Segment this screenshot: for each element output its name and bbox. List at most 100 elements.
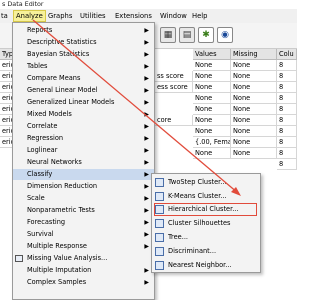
- values-cell[interactable]: None: [193, 104, 231, 115]
- menu-item-descriptive-statistics[interactable]: Descriptive Statistics ▶: [13, 37, 154, 48]
- menu-graphs[interactable]: Graphs: [48, 12, 72, 20]
- columns-cell[interactable]: 8: [277, 104, 297, 115]
- submenu-item-nearest-neighbor[interactable]: Nearest Neighbor...: [152, 260, 260, 271]
- twostep-cluster-icon: [155, 178, 164, 187]
- submenu-arrow-icon: ▶: [144, 207, 149, 214]
- menu-analyze[interactable]: Analyze: [13, 10, 46, 22]
- window-titlebar: s Data Editor: [0, 0, 297, 9]
- menu-help[interactable]: Help: [192, 12, 208, 20]
- menu-item-classify[interactable]: Classify ▶: [13, 169, 154, 180]
- menu-item-multiple-response[interactable]: Multiple Response ▶: [13, 241, 154, 252]
- submenu-arrow-icon: ▶: [144, 27, 149, 34]
- submenu-arrow-icon: ▶: [144, 219, 149, 226]
- columns-cell[interactable]: 8: [277, 137, 297, 148]
- kmeans-cluster-icon: [155, 192, 164, 201]
- missing-cell[interactable]: None: [231, 148, 277, 159]
- menu-item-loglinear[interactable]: Loglinear ▶: [13, 145, 154, 156]
- submenu-arrow-icon: ▶: [144, 183, 149, 190]
- menu-utilities[interactable]: Utilities: [80, 12, 106, 20]
- menu-item-mixed-models[interactable]: Mixed Models ▶: [13, 109, 154, 120]
- menu-item-survival[interactable]: Survival ▶: [13, 229, 154, 240]
- menu-item-complex-samples[interactable]: Complex Samples ▶: [13, 277, 154, 288]
- submenu-arrow-icon: ▶: [144, 195, 149, 202]
- submenu-arrow-icon: ▶: [144, 75, 149, 82]
- menu-window[interactable]: Window: [160, 12, 187, 20]
- missing-cell[interactable]: None: [231, 82, 277, 93]
- submenu-arrow-icon: ▶: [144, 231, 149, 238]
- submenu-arrow-icon: ▶: [144, 279, 149, 286]
- toolbar-grid-icon[interactable]: ▦: [160, 27, 176, 43]
- submenu-arrow-icon: ▶: [144, 51, 149, 58]
- column-header-columns[interactable]: Colu: [277, 49, 297, 60]
- values-cell[interactable]: None: [193, 93, 231, 104]
- missing-cell[interactable]: None: [231, 115, 277, 126]
- submenu-arrow-icon: ▶: [144, 243, 149, 250]
- submenu-arrow-icon: ▶: [144, 87, 149, 94]
- missing-cell[interactable]: None: [231, 60, 277, 71]
- values-cell[interactable]: None: [193, 71, 231, 82]
- menu-item-missing-value-analysis[interactable]: Missing Value Analysis...: [13, 253, 154, 264]
- menu-item-general-linear-model[interactable]: General Linear Model ▶: [13, 85, 154, 96]
- columns-cell[interactable]: 8: [277, 126, 297, 137]
- menu-item-forecasting[interactable]: Forecasting ▶: [13, 217, 154, 228]
- submenu-arrow-icon: ▶: [144, 135, 149, 142]
- menu-item-reports[interactable]: Reports ▶: [13, 25, 154, 36]
- label-fragment[interactable]: ess score: [155, 82, 193, 93]
- menubar: ta Analyze Graphs Utilities Extensions W…: [0, 9, 297, 23]
- menu-item-generalized-linear-models[interactable]: Generalized Linear Models ▶: [13, 97, 154, 108]
- missing-cell[interactable]: None: [231, 104, 277, 115]
- columns-cell[interactable]: 8: [277, 93, 297, 104]
- columns-cell[interactable]: 8: [277, 82, 297, 93]
- submenu-item-kmeans-cluster[interactable]: K-Means Cluster...: [152, 191, 260, 202]
- menu-item-scale[interactable]: Scale ▶: [13, 193, 154, 204]
- missing-cell[interactable]: None: [231, 137, 277, 148]
- label-fragment[interactable]: ss score: [155, 71, 193, 82]
- menu-item-dimension-reduction[interactable]: Dimension Reduction ▶: [13, 181, 154, 192]
- toolbar-value-labels-icon[interactable]: ✱: [198, 27, 214, 43]
- submenu-arrow-icon: ▶: [144, 123, 149, 130]
- cluster-silhouettes-icon: [155, 219, 164, 228]
- values-cell[interactable]: None: [193, 148, 231, 159]
- menu-item-nonparametric-tests[interactable]: Nonparametric Tests ▶: [13, 205, 154, 216]
- submenu-arrow-icon: ▶: [144, 267, 149, 274]
- values-cell[interactable]: {.00, Femal...: [193, 137, 231, 148]
- submenu-arrow-icon: ▶: [144, 171, 149, 178]
- menu-item-neural-networks[interactable]: Neural Networks ▶: [13, 157, 154, 168]
- columns-cell[interactable]: 8: [277, 71, 297, 82]
- values-cell[interactable]: None: [193, 115, 231, 126]
- submenu-item-cluster-silhouettes[interactable]: Cluster Silhouettes: [152, 218, 260, 229]
- missing-cell[interactable]: None: [231, 71, 277, 82]
- columns-cell[interactable]: 8: [277, 159, 297, 170]
- submenu-item-discriminant[interactable]: Discriminant...: [152, 246, 260, 257]
- submenu-item-tree[interactable]: Tree...: [152, 232, 260, 243]
- menu-item-correlate[interactable]: Correlate ▶: [13, 121, 154, 132]
- columns-cell[interactable]: 8: [277, 148, 297, 159]
- toolbar-split-icon[interactable]: ◉: [217, 27, 233, 43]
- columns-cell[interactable]: 8: [277, 115, 297, 126]
- submenu-arrow-icon: ▶: [144, 63, 149, 70]
- column-header-missing[interactable]: Missing: [231, 49, 277, 60]
- values-cell[interactable]: None: [193, 126, 231, 137]
- menu-item-multiple-imputation[interactable]: Multiple Imputation ▶: [13, 265, 154, 276]
- menu-data[interactable]: ta: [1, 12, 8, 20]
- menu-item-regression[interactable]: Regression ▶: [13, 133, 154, 144]
- label-fragment[interactable]: core: [155, 115, 193, 126]
- missing-cell[interactable]: None: [231, 93, 277, 104]
- submenu-arrow-icon: ▶: [144, 99, 149, 106]
- submenu-arrow-icon: ▶: [144, 147, 149, 154]
- submenu-arrow-icon: ▶: [144, 111, 149, 118]
- values-cell[interactable]: None: [193, 82, 231, 93]
- missing-cell[interactable]: None: [231, 126, 277, 137]
- menu-item-tables[interactable]: Tables ▶: [13, 61, 154, 72]
- menu-extensions[interactable]: Extensions: [115, 12, 152, 20]
- menu-item-bayesian-statistics[interactable]: Bayesian Statistics ▶: [13, 49, 154, 60]
- columns-cell[interactable]: 8: [277, 60, 297, 71]
- tree-icon: [155, 233, 164, 242]
- values-cell[interactable]: None: [193, 60, 231, 71]
- column-header-values[interactable]: Values: [193, 49, 231, 60]
- submenu-arrow-icon: ▶: [144, 159, 149, 166]
- classify-submenu: TwoStep Cluster... K-Means Cluster... Hi…: [151, 173, 261, 273]
- menu-item-compare-means[interactable]: Compare Means ▶: [13, 73, 154, 84]
- submenu-item-twostep-cluster[interactable]: TwoStep Cluster...: [152, 177, 260, 188]
- toolbar-table-icon[interactable]: ▤: [179, 27, 195, 43]
